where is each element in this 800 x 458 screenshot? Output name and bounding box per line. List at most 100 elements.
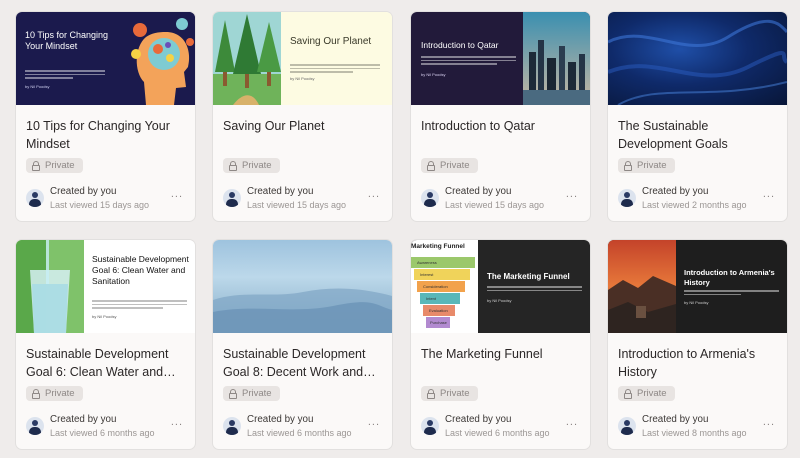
user-avatar <box>421 189 439 207</box>
privacy-badge: Private <box>223 158 280 173</box>
misty-mountains-illustration <box>213 288 392 333</box>
privacy-badge: Private <box>223 386 280 401</box>
card-thumbnail[interactable] <box>213 240 392 333</box>
last-viewed-label: Last viewed 15 days ago <box>247 200 347 210</box>
funnel-stage: Evaluation <box>423 305 455 316</box>
presentation-card[interactable]: Introduction to Armenia's History by Nil… <box>608 240 787 449</box>
creator-label: Created by you <box>247 186 314 197</box>
lock-icon <box>624 389 632 399</box>
funnel-stage: Purchase <box>426 317 450 328</box>
thumbnail-title: Saving Our Planet <box>290 36 372 47</box>
last-viewed-label: Last viewed 6 months ago <box>247 428 352 438</box>
card-thumbnail[interactable]: Marketing Funnel Awareness Interest Cons… <box>411 240 590 333</box>
funnel-stage: Intent <box>420 293 460 304</box>
creator-label: Created by you <box>642 414 709 425</box>
presentation-card[interactable]: Sustainable Development Goal 6: Clean Wa… <box>16 240 195 449</box>
presentation-card[interactable]: Introduction to Qatar by Nil Poodsy Intr… <box>411 12 590 221</box>
card-title[interactable]: 10 Tips for Changing Your Mindset <box>26 117 191 153</box>
user-avatar <box>618 189 636 207</box>
last-viewed-label: Last viewed 6 months ago <box>445 428 550 438</box>
privacy-badge: Private <box>26 386 83 401</box>
thumbnail-title: The Marketing Funnel <box>487 272 570 281</box>
card-thumbnail[interactable]: Saving Our Planet by Nil Poodsy <box>213 12 392 105</box>
lock-icon <box>427 161 435 171</box>
presentation-card[interactable]: Marketing Funnel Awareness Interest Cons… <box>411 240 590 449</box>
creator-label: Created by you <box>445 186 512 197</box>
card-thumbnail[interactable]: Sustainable Development Goal 6: Clean Wa… <box>16 240 195 333</box>
creator-label: Created by you <box>445 414 512 425</box>
presentation-card[interactable]: 10 Tips for Changing Your Mindset by Nil… <box>16 12 195 221</box>
privacy-badge: Private <box>421 386 478 401</box>
thumbnail-author: by Nil Poodsy <box>25 84 50 89</box>
presentation-card[interactable]: Sustainable Development Goal 8: Decent W… <box>213 240 392 449</box>
funnel-panel: Marketing Funnel Awareness Interest Cons… <box>411 240 478 333</box>
creator-label: Created by you <box>642 186 709 197</box>
creator-label: Created by you <box>50 186 117 197</box>
lock-icon <box>32 389 40 399</box>
last-viewed-label: Last viewed 15 days ago <box>445 200 545 210</box>
more-options-icon[interactable]: ... <box>566 189 578 200</box>
funnel-stage: Awareness <box>411 257 475 268</box>
skyline-illustration <box>523 12 590 105</box>
lock-icon <box>32 161 40 171</box>
user-avatar <box>26 189 44 207</box>
lock-icon <box>624 161 632 171</box>
card-thumbnail[interactable]: Introduction to Armenia's History by Nil… <box>608 240 787 333</box>
lock-icon <box>427 389 435 399</box>
funnel-stage: Interest <box>414 269 470 280</box>
thumbnail-title: 10 Tips for Changing Your Mindset <box>25 30 109 51</box>
privacy-badge: Private <box>421 158 478 173</box>
user-avatar <box>223 417 241 435</box>
user-avatar <box>26 417 44 435</box>
card-title[interactable]: The Marketing Funnel <box>421 345 586 363</box>
more-options-icon[interactable]: ... <box>368 189 380 200</box>
privacy-badge: Private <box>26 158 83 173</box>
more-options-icon[interactable]: ... <box>171 417 183 428</box>
presentation-card[interactable]: The Sustainable Development Goals Privat… <box>608 12 787 221</box>
thumbnail-author: by Nil Poodsy <box>92 314 117 319</box>
sunset-landscape-illustration <box>608 240 676 333</box>
card-title[interactable]: Saving Our Planet <box>223 117 388 135</box>
card-thumbnail[interactable] <box>608 12 787 105</box>
card-title[interactable]: The Sustainable Development Goals <box>618 117 783 153</box>
thumbnail-title: Introduction to Armenia's History <box>684 268 775 287</box>
card-title[interactable]: Introduction to Armenia's History <box>618 345 783 381</box>
abstract-texture <box>608 19 787 105</box>
card-thumbnail[interactable]: 10 Tips for Changing Your Mindset by Nil… <box>16 12 195 105</box>
more-options-icon[interactable]: ... <box>566 417 578 428</box>
more-options-icon[interactable]: ... <box>171 189 183 200</box>
creator-label: Created by you <box>50 414 117 425</box>
brain-illustration <box>126 12 195 105</box>
thumbnail-author: by Nil Poodsy <box>487 298 512 303</box>
user-avatar <box>223 189 241 207</box>
more-options-icon[interactable]: ... <box>763 417 775 428</box>
presentation-grid: 10 Tips for Changing Your Mindset by Nil… <box>0 0 800 458</box>
thumbnail-title: Sustainable Development Goal 6: Clean Wa… <box>92 254 189 286</box>
thumbnail-title: Introduction to Qatar <box>421 40 499 50</box>
thumbnail-author: by Nil Poodsy <box>290 76 315 81</box>
card-thumbnail[interactable]: Introduction to Qatar by Nil Poodsy <box>411 12 590 105</box>
user-avatar <box>421 417 439 435</box>
card-title[interactable]: Sustainable Development Goal 6: Clean Wa… <box>26 345 191 381</box>
more-options-icon[interactable]: ... <box>368 417 380 428</box>
more-options-icon[interactable]: ... <box>763 189 775 200</box>
presentation-card[interactable]: Saving Our Planet by Nil Poodsy Saving O… <box>213 12 392 221</box>
forest-illustration <box>213 12 281 105</box>
card-title[interactable]: Sustainable Development Goal 8: Decent W… <box>223 345 388 381</box>
water-glass-illustration <box>16 240 84 333</box>
lock-icon <box>229 161 237 171</box>
user-avatar <box>618 417 636 435</box>
privacy-badge: Private <box>618 158 675 173</box>
last-viewed-label: Last viewed 6 months ago <box>50 428 155 438</box>
card-title[interactable]: Introduction to Qatar <box>421 117 586 135</box>
funnel-heading: Marketing Funnel <box>411 243 465 250</box>
creator-label: Created by you <box>247 414 314 425</box>
thumbnail-author: by Nil Poodsy <box>421 72 446 77</box>
last-viewed-label: Last viewed 2 months ago <box>642 200 747 210</box>
funnel-stage: Consideration <box>417 281 465 292</box>
privacy-badge: Private <box>618 386 675 401</box>
last-viewed-label: Last viewed 8 months ago <box>642 428 747 438</box>
thumbnail-author: by Nil Poodsy <box>684 300 709 305</box>
lock-icon <box>229 389 237 399</box>
last-viewed-label: Last viewed 15 days ago <box>50 200 150 210</box>
